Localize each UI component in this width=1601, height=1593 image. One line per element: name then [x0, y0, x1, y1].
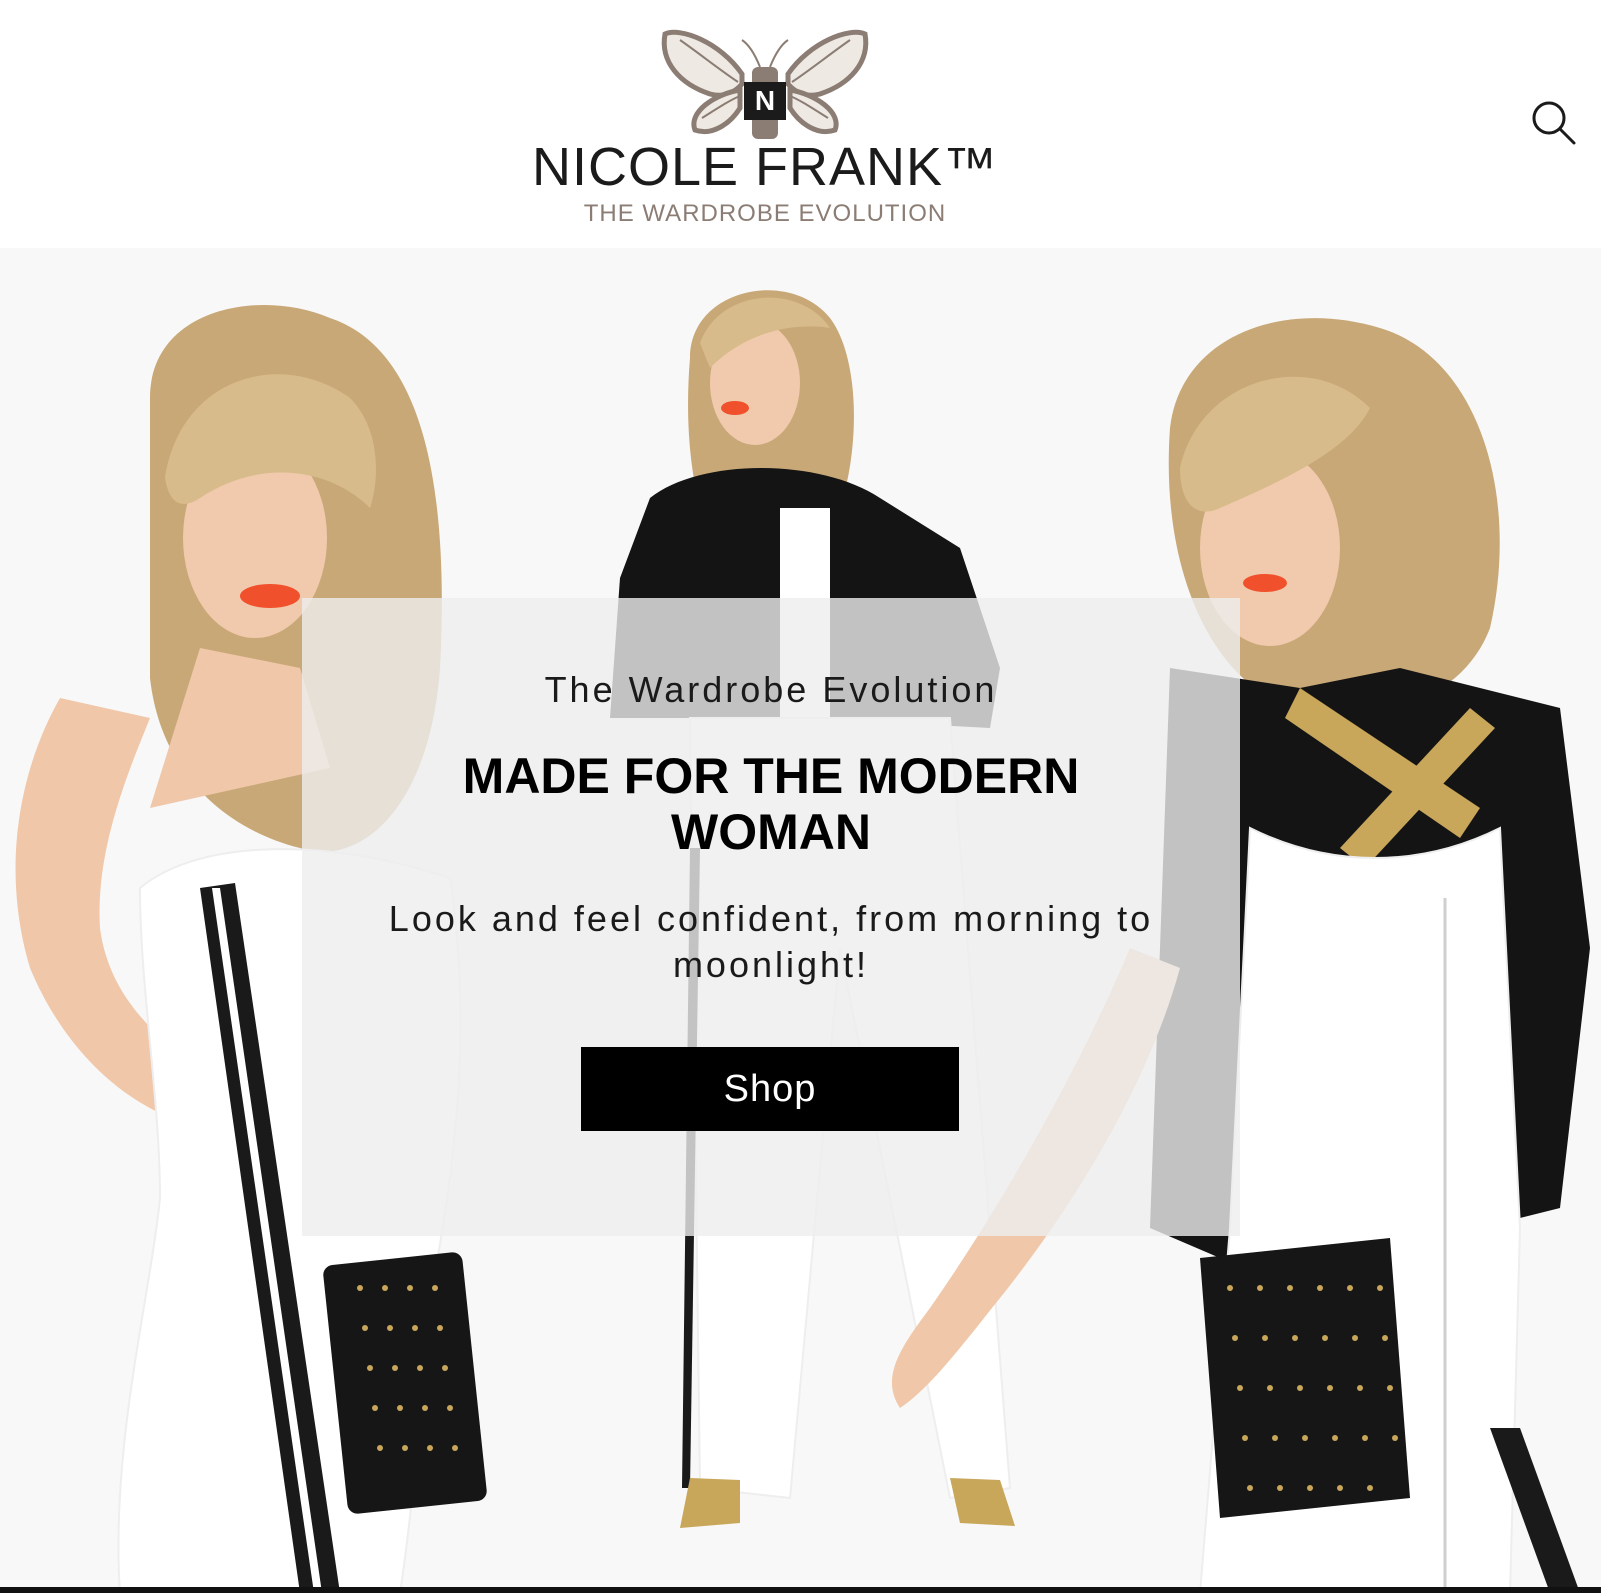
hero-eyebrow: The Wardrobe Evolution: [544, 669, 998, 710]
butterfly-logo-icon: N: [661, 29, 869, 139]
search-icon: [1532, 101, 1576, 145]
site-header: N NICOLE FRANK™ THE WARDROBE EVOLUTION: [0, 0, 1601, 248]
brand-tagline: THE WARDROBE EVOLUTION: [583, 200, 947, 227]
hero-banner: The Wardrobe Evolution MADE FOR THE MODE…: [0, 248, 1601, 1593]
brand-logo[interactable]: N NICOLE FRANK™ THE WARDROBE EVOLUTION: [520, 22, 1010, 232]
shop-button[interactable]: Shop: [581, 1047, 959, 1131]
svg-text:N: N: [755, 85, 775, 116]
hero-heading: MADE FOR THE MODERN WOMAN: [462, 748, 1080, 860]
page-bottom-edge: [0, 1587, 1601, 1593]
search-button[interactable]: [1527, 96, 1579, 148]
hero-text-panel: The Wardrobe Evolution MADE FOR THE MODE…: [302, 598, 1240, 1236]
brand-name: NICOLE FRANK™: [531, 137, 999, 197]
hero-subheading: Look and feel confident, from morning to…: [388, 898, 1154, 985]
